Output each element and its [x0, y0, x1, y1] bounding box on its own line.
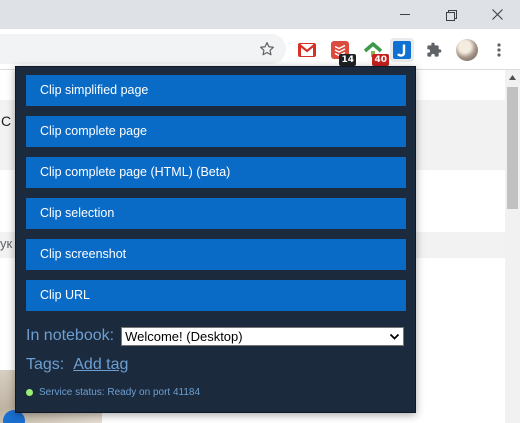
status-indicator-icon: [26, 389, 33, 396]
notebook-select-value: Welcome! (Desktop): [125, 328, 243, 344]
tags-label: Tags:: [26, 356, 65, 373]
joplin-extension-button[interactable]: [390, 38, 414, 62]
clip-selection-button[interactable]: Clip selection: [26, 198, 406, 229]
page-partial-title: C: [1, 113, 12, 129]
page-partial-text: ук: [0, 236, 13, 251]
browser-menu-button[interactable]: [487, 38, 511, 62]
status-text: Service status: Ready on port 41184: [39, 387, 201, 398]
gmail-icon: [298, 43, 316, 57]
clip-url-button[interactable]: Clip URL: [26, 280, 406, 311]
scroll-up-button[interactable]: [505, 70, 520, 85]
close-icon: [491, 9, 503, 20]
bookmark-star-button[interactable]: [254, 34, 280, 64]
window-titlebar: [0, 0, 520, 29]
clip-complete-page-html-button[interactable]: Clip complete page (HTML) (Beta): [26, 157, 406, 188]
close-window-button[interactable]: [474, 0, 520, 29]
star-icon: [260, 42, 274, 56]
rtm-extension-button[interactable]: 40: [361, 38, 389, 66]
clip-screenshot-button[interactable]: Clip screenshot: [26, 239, 406, 270]
todoist-badge: 14: [339, 54, 356, 66]
maximize-button[interactable]: [428, 0, 474, 29]
rtm-badge: 40: [372, 54, 389, 66]
clip-simplified-page-button[interactable]: Clip simplified page: [26, 75, 406, 106]
notebook-label: In notebook:: [26, 327, 115, 344]
clip-complete-page-button[interactable]: Clip complete page: [26, 116, 406, 147]
gmail-extension-button[interactable]: [295, 38, 319, 62]
joplin-clipper-popup: Clip simplified page Clip complete page …: [15, 66, 416, 413]
joplin-j-icon: [393, 41, 411, 59]
chevron-down-icon: [389, 333, 400, 340]
extensions-menu-button[interactable]: [422, 38, 446, 62]
browser-toolbar: 14 40: [0, 29, 520, 70]
add-tag-link[interactable]: Add tag: [73, 356, 128, 374]
arrow-up-icon: [509, 75, 516, 80]
restore-icon: [446, 9, 457, 21]
avatar: [456, 39, 478, 61]
kebab-menu-icon: [497, 43, 501, 57]
puzzle-icon: [427, 42, 442, 57]
service-status: Service status: Ready on port 41184: [26, 387, 200, 398]
todoist-extension-button[interactable]: 14: [328, 38, 356, 66]
profile-avatar-button[interactable]: [455, 38, 479, 62]
minimize-button[interactable]: [382, 0, 428, 29]
notebook-row: In notebook: Welcome! (Desktop): [26, 325, 405, 347]
notebook-select[interactable]: Welcome! (Desktop): [121, 326, 405, 346]
address-bar[interactable]: [0, 34, 286, 64]
scrollbar-thumb[interactable]: [507, 87, 518, 209]
tags-row: Tags: Add tag: [26, 354, 128, 376]
minimize-icon: [400, 14, 410, 15]
